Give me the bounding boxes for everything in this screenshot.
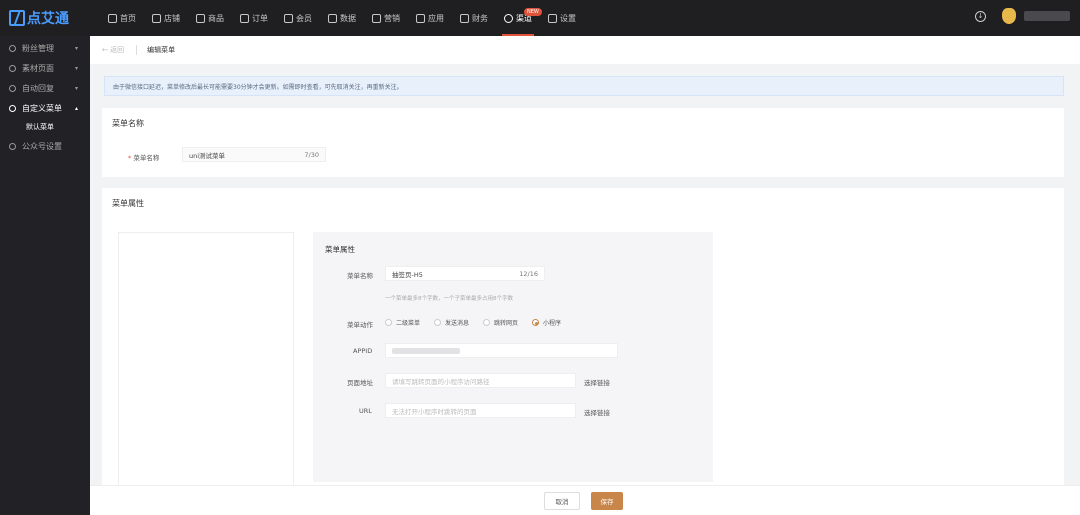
nav-settings[interactable]: 设置	[540, 0, 584, 36]
nav-order[interactable]: 订单	[232, 0, 276, 36]
url-input[interactable]: 无法打开小程序时跳转的页面	[385, 403, 576, 418]
main-nav: 首页 店铺 商品 订单 会员 数据 营销 应用 财务 渠道 NEW 设置	[100, 0, 584, 36]
nav-goods[interactable]: 商品	[188, 0, 232, 36]
sidebar-item-fans[interactable]: 粉丝管理 ▾	[0, 38, 90, 58]
appid-input[interactable]	[385, 343, 618, 358]
section-title: 菜单名称	[112, 119, 144, 128]
nav-app[interactable]: 应用	[408, 0, 452, 36]
menu-attr-card: 菜单属性 菜单属性 菜单名称 抽签页-H5 12/16 一个菜单最多8个字数，一…	[102, 188, 1064, 515]
chevron-down-icon: ▾	[74, 84, 78, 92]
appid-label: APPID	[353, 347, 373, 355]
appid-masked	[392, 347, 460, 354]
menu-attr-panel: 菜单属性 菜单名称 抽签页-H5 12/16 一个菜单最多8个字数，一个子菜单最…	[313, 232, 713, 482]
settings-icon	[548, 13, 557, 23]
info-notice: 由于微信接口延迟，菜单修改后最长可能需要30分钟才会更新。如需即时查看，可先取消…	[104, 76, 1064, 96]
menu-icon	[9, 104, 16, 112]
url-select-link[interactable]: 选择链接	[584, 407, 610, 417]
page-path-input[interactable]: 请填写跳转页面的小程序访问路径	[385, 373, 576, 388]
menu-preview	[118, 232, 294, 515]
breadcrumb: ← 返回 编辑菜单	[90, 36, 1080, 64]
data-icon	[328, 13, 337, 23]
section-title: 菜单属性	[112, 199, 144, 208]
gear-icon	[9, 142, 16, 150]
sidebar-item-autoreply[interactable]: 自动回复 ▾	[0, 78, 90, 98]
char-counter: 12/16	[519, 269, 538, 278]
save-button[interactable]: 保存	[591, 492, 623, 510]
avatar[interactable]	[1002, 8, 1016, 24]
main-content: ← 返回 编辑菜单 由于微信接口延迟，菜单修改后最长可能需要30分钟才会更新。如…	[90, 36, 1080, 515]
download-icon[interactable]: ↓	[975, 10, 986, 22]
sidebar-subitem-default-menu[interactable]: 默认菜单	[0, 118, 90, 136]
panel-title: 菜单属性	[325, 245, 355, 254]
nav-finance[interactable]: 财务	[452, 0, 496, 36]
back-link[interactable]: ← 返回	[102, 45, 124, 55]
char-counter: 7/30	[304, 150, 319, 159]
top-bar: 点艾通 首页 店铺 商品 订单 会员 数据 营销 应用 财务 渠道 NEW 设置 …	[0, 0, 1080, 36]
menu-name-card: 菜单名称 * 菜单名称 uni测试菜单 7/30	[102, 108, 1064, 177]
menu-name-label: * 菜单名称	[128, 154, 160, 162]
app-icon	[416, 13, 425, 23]
brand-logo[interactable]: 点艾通	[9, 9, 69, 27]
nav-marketing[interactable]: 营销	[364, 0, 408, 36]
chevron-down-icon: ▾	[74, 64, 78, 72]
radio-miniprogram[interactable]: 小程序	[532, 318, 561, 327]
radio-dot-selected	[532, 319, 540, 326]
page-title: 编辑菜单	[147, 46, 176, 54]
top-right-area: ↓	[975, 8, 1070, 24]
finance-icon	[460, 13, 469, 23]
page-path-label: 页面地址	[347, 379, 373, 387]
username-masked[interactable]	[1024, 11, 1070, 21]
nav-home[interactable]: 首页	[100, 0, 144, 36]
nav-channel[interactable]: 渠道 NEW	[496, 0, 542, 36]
sidebar: 粉丝管理 ▾ 素材页面 ▾ 自动回复 ▾ 自定义菜单 ▴ 默认菜单 公众号设置	[0, 36, 90, 515]
chevron-down-icon: ▾	[74, 44, 78, 52]
order-icon	[240, 13, 249, 23]
radio-dot	[434, 319, 442, 326]
name-hint: 一个菜单最多8个字数，一个子菜单最多占用8个字数	[385, 296, 514, 302]
url-label: URL	[359, 407, 372, 415]
submenu-name-input[interactable]: 抽签页-H5 12/16	[385, 266, 545, 281]
submenu-name-label: 菜单名称	[347, 272, 373, 280]
menu-name-input[interactable]: uni测试菜单 7/30	[182, 147, 326, 162]
radio-dot	[483, 319, 491, 326]
fans-icon	[9, 44, 16, 52]
sidebar-item-account-settings[interactable]: 公众号设置	[0, 136, 90, 156]
goods-icon	[196, 13, 205, 23]
radio-open-webpage[interactable]: 跳转网页	[483, 318, 518, 327]
nav-member[interactable]: 会员	[276, 0, 320, 36]
channel-icon	[504, 13, 513, 23]
member-icon	[284, 13, 293, 23]
nav-data[interactable]: 数据	[320, 0, 364, 36]
menu-action-radios: 二级菜单 发送消息 跳转网页 小程序	[385, 318, 575, 327]
radio-send-message[interactable]: 发送消息	[434, 318, 469, 327]
nav-store[interactable]: 店铺	[144, 0, 188, 36]
marketing-icon	[372, 13, 381, 23]
footer-bar: 取消 保存	[90, 485, 1080, 515]
brand-name: 点艾通	[27, 11, 69, 27]
divider	[136, 45, 138, 55]
material-icon	[9, 64, 16, 72]
radio-submenu[interactable]: 二级菜单	[385, 318, 420, 327]
menu-action-label: 菜单动作	[347, 321, 373, 329]
autoreply-icon	[9, 84, 16, 92]
home-icon	[108, 13, 117, 23]
page-select-link[interactable]: 选择链接	[584, 377, 610, 387]
logo-icon	[9, 10, 25, 26]
sidebar-item-material[interactable]: 素材页面 ▾	[0, 58, 90, 78]
radio-dot	[385, 319, 392, 326]
chevron-up-icon: ▴	[74, 104, 78, 112]
cancel-button[interactable]: 取消	[544, 492, 580, 510]
sidebar-item-custom-menu[interactable]: 自定义菜单 ▴	[0, 98, 90, 118]
store-icon	[152, 13, 161, 23]
